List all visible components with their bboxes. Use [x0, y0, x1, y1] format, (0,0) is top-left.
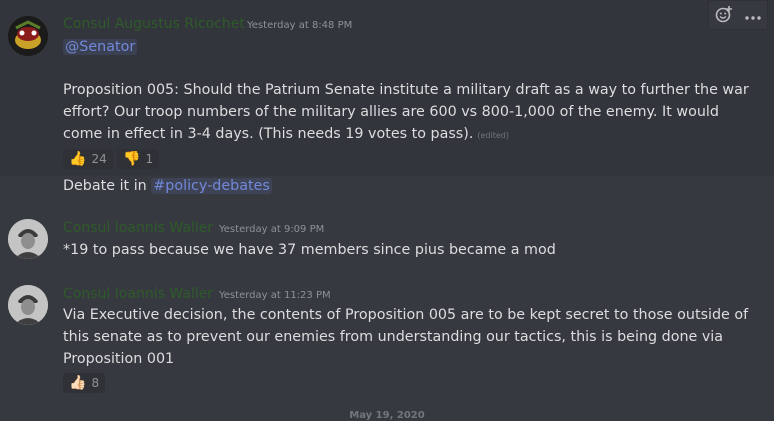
more-options-icon[interactable] [745, 8, 761, 23]
author-name[interactable]: Consul Ioannis Waller [63, 286, 213, 302]
emoji-add-icon[interactable] [715, 5, 733, 26]
message-body: Proposition 005: Should the Patrium Sena… [63, 80, 753, 146]
avatar[interactable] [8, 285, 48, 325]
message-body: *19 to pass because we have 37 members s… [63, 242, 556, 258]
message-followup: Debate it in #policy-debates [63, 176, 753, 198]
reaction-thumbs-up[interactable]: 👍 24 [63, 149, 113, 169]
timestamp: Yesterday at 11:23 PM [219, 290, 331, 301]
date-divider: May 19, 2020 [349, 410, 425, 421]
reaction-count: 1 [145, 152, 154, 166]
author-name[interactable]: Consul Ioannis Waller [63, 220, 213, 236]
avatar[interactable] [8, 219, 48, 259]
channel-link[interactable]: #policy-debates [151, 178, 272, 194]
reaction-count: 24 [91, 152, 107, 166]
thumbs-up-icon: 👍🏻 [69, 375, 87, 391]
message-mention-line: @Senator [63, 37, 753, 59]
reaction-thumbs-up[interactable]: 👍🏻 8 [63, 373, 106, 393]
message-toolbar [708, 0, 768, 30]
avatar[interactable] [8, 16, 48, 56]
message-text: Proposition 005: Should the Patrium Sena… [63, 82, 749, 142]
thumbs-down-icon: 👎 [123, 151, 141, 167]
reaction-count: 8 [91, 376, 100, 390]
role-mention[interactable]: @Senator [63, 39, 138, 55]
edited-label: (edited) [477, 130, 509, 140]
reaction-thumbs-down[interactable]: 👎 1 [117, 149, 160, 169]
message-body: Via Executive decision, the contents of … [63, 307, 749, 367]
followup-text: Debate it in [63, 178, 152, 194]
author-name[interactable]: Consul Augustus Ricochet [63, 16, 245, 32]
thumbs-up-icon: 👍 [69, 151, 87, 167]
timestamp: Yesterday at 8:48 PM [247, 20, 353, 31]
timestamp: Yesterday at 9:09 PM [219, 224, 325, 235]
